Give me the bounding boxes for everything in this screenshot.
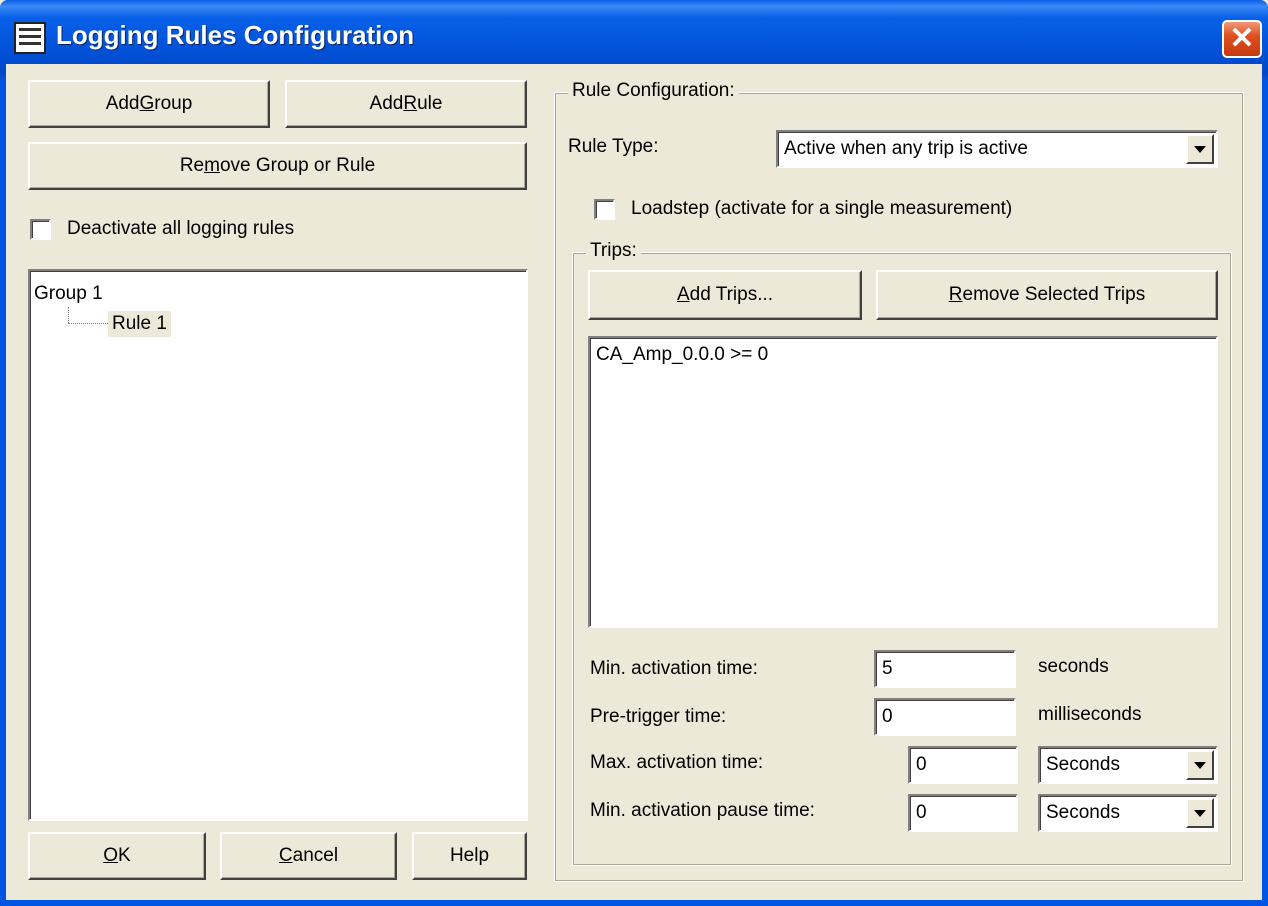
rules-tree[interactable]: Group 1 Rule 1	[28, 269, 528, 821]
help-label: Help	[449, 845, 490, 866]
max-activation-unit-select[interactable]: Seconds	[1038, 746, 1218, 784]
min-pause-input[interactable]: 0	[908, 794, 1018, 832]
remove-label-post: ove Group or Rule	[219, 155, 376, 176]
add-trips-button[interactable]: Add Trips...	[588, 270, 862, 320]
add-rule-label-post: ule	[417, 93, 443, 114]
min-activation-unit: seconds	[1038, 656, 1109, 677]
remove-label-pre: Re	[179, 155, 205, 176]
min-pause-value: 0	[916, 802, 927, 823]
ok-accel: O	[103, 845, 119, 866]
min-activation-label: Min. activation time:	[590, 658, 758, 679]
min-pause-unit-select[interactable]: Seconds	[1038, 794, 1218, 832]
tree-connector-h	[68, 323, 108, 324]
add-rule-accel: R	[403, 93, 418, 114]
tree-group-1[interactable]: Group 1	[34, 283, 103, 305]
loadstep-row[interactable]: Loadstep (activate for a single measurem…	[594, 198, 1012, 220]
min-pause-label: Min. activation pause time:	[590, 800, 815, 821]
max-activation-unit-value: Seconds	[1046, 754, 1120, 775]
close-icon: ✕	[1229, 22, 1255, 55]
loadstep-label: Loadstep (activate for a single measurem…	[631, 198, 1013, 219]
cancel-accel: C	[278, 845, 293, 866]
rule-type-value: Active when any trip is active	[784, 138, 1028, 159]
chevron-down-icon[interactable]	[1186, 798, 1214, 828]
remove-trips-accel: R	[948, 284, 963, 305]
pre-trigger-value: 0	[882, 706, 893, 727]
tree-connector-v	[68, 307, 69, 323]
pre-trigger-unit: milliseconds	[1038, 704, 1142, 725]
window-title: Logging Rules Configuration	[56, 20, 415, 50]
rule-type-label: Rule Type:	[568, 136, 659, 157]
deactivate-all-row[interactable]: Deactivate all logging rules	[30, 218, 294, 240]
trips-list[interactable]: CA_Amp_0.0.0 >= 0	[588, 336, 1218, 628]
remove-accel: m	[204, 155, 220, 176]
close-button[interactable]: ✕	[1222, 20, 1262, 58]
rule-type-select[interactable]: Active when any trip is active	[776, 130, 1218, 168]
ok-button[interactable]: OK	[28, 832, 206, 880]
remove-group-or-rule-button[interactable]: Re m ove Group or Rule	[28, 142, 527, 190]
add-group-label-post: roup	[154, 93, 193, 114]
ok-label-post: K	[118, 845, 131, 866]
remove-selected-trips-button[interactable]: Remove Selected Trips	[876, 270, 1218, 320]
rule-configuration-legend: Rule Configuration:	[568, 80, 739, 102]
app-icon	[14, 22, 46, 54]
dialog-client-area: Add Group Add Rule Re m ove Group or Rule …	[6, 64, 1262, 900]
list-item[interactable]: CA_Amp_0.0.0 >= 0	[596, 344, 768, 366]
cancel-button[interactable]: Cancel	[220, 832, 397, 880]
max-activation-input[interactable]: 0	[908, 746, 1018, 784]
pre-trigger-input[interactable]: 0	[874, 698, 1016, 736]
pre-trigger-label: Pre-trigger time:	[590, 706, 727, 727]
max-activation-label: Max. activation time:	[590, 752, 764, 773]
min-pause-unit-value: Seconds	[1046, 802, 1120, 823]
tree-rule-1[interactable]: Rule 1	[108, 311, 171, 337]
add-trips-accel: A	[676, 284, 690, 305]
add-group-button[interactable]: Add Group	[28, 80, 270, 128]
help-button[interactable]: Help	[412, 832, 527, 880]
chevron-down-icon[interactable]	[1186, 750, 1214, 780]
cancel-label-post: ancel	[292, 845, 339, 866]
deactivate-all-checkbox[interactable]	[30, 218, 51, 240]
loadstep-checkbox[interactable]	[594, 198, 615, 220]
min-activation-input[interactable]: 5	[874, 650, 1016, 688]
add-rule-button[interactable]: Add Rule	[285, 80, 527, 128]
remove-trips-label-post: emove Selected Trips	[962, 284, 1146, 305]
chevron-down-icon[interactable]	[1186, 134, 1214, 164]
min-activation-value: 5	[882, 658, 893, 679]
dialog-window: Logging Rules Configuration ✕ Add Group …	[0, 0, 1268, 906]
trips-legend: Trips:	[586, 240, 641, 262]
add-group-accel: G	[139, 93, 155, 114]
add-group-label-pre: Add	[105, 93, 140, 114]
deactivate-all-label: Deactivate all logging rules	[67, 218, 295, 239]
max-activation-value: 0	[916, 754, 927, 775]
add-trips-label-post: dd Trips...	[689, 284, 774, 305]
add-rule-label-pre: Add	[369, 93, 404, 114]
